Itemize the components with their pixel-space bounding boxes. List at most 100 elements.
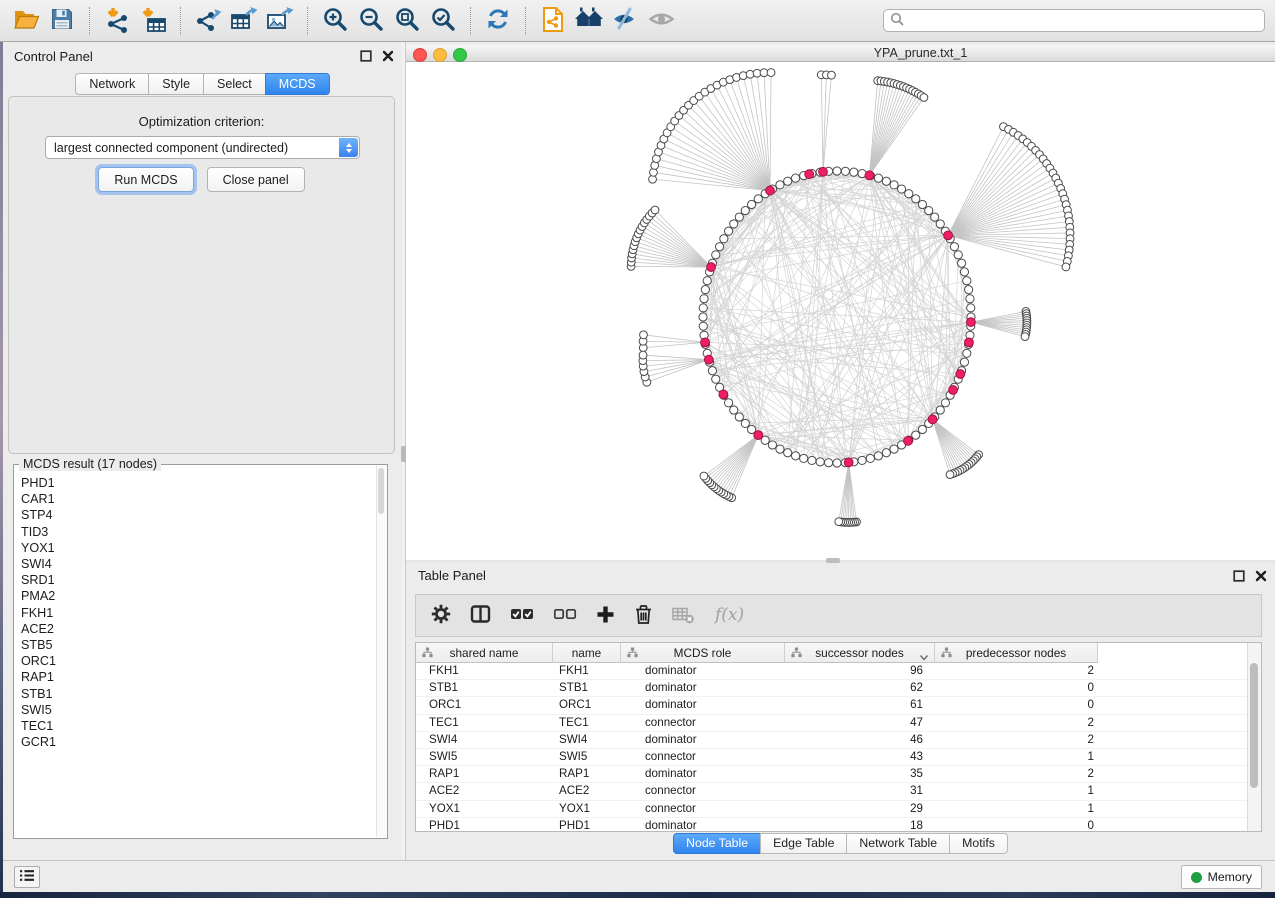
network-leaf-node[interactable] xyxy=(946,471,954,479)
network-node[interactable] xyxy=(715,243,723,251)
network-node[interactable] xyxy=(957,259,965,267)
mcds-hub-node[interactable] xyxy=(944,231,953,240)
network-node[interactable] xyxy=(712,251,720,259)
network-node[interactable] xyxy=(874,174,882,182)
mcds-result-item[interactable]: TID3 xyxy=(21,524,377,540)
network-leaf-node[interactable] xyxy=(1021,333,1029,341)
mcds-result-item[interactable]: SWI5 xyxy=(21,702,377,718)
network-node[interactable] xyxy=(699,304,707,312)
first-neighbors-button[interactable] xyxy=(571,4,607,38)
memory-button[interactable]: Memory xyxy=(1181,865,1262,889)
column-header-successor-nodes[interactable]: successor nodes xyxy=(785,643,935,663)
mcds-result-item[interactable]: TEC1 xyxy=(21,718,377,734)
table-row[interactable]: SWI5SWI5connector431 xyxy=(416,749,1248,766)
network-node[interactable] xyxy=(967,304,975,312)
network-node[interactable] xyxy=(950,243,958,251)
import-table-button[interactable] xyxy=(135,4,171,38)
mcds-result-item[interactable]: SWI4 xyxy=(21,556,377,572)
network-node[interactable] xyxy=(741,419,749,427)
mcds-hub-node[interactable] xyxy=(707,263,716,272)
table-row[interactable]: ACE2ACE2connector311 xyxy=(416,783,1248,800)
network-node[interactable] xyxy=(833,459,841,467)
network-node[interactable] xyxy=(897,185,905,193)
export-table-button[interactable] xyxy=(226,4,262,38)
network-node[interactable] xyxy=(963,277,971,285)
network-canvas[interactable] xyxy=(406,62,1275,560)
close-traffic-light-icon[interactable] xyxy=(413,48,427,62)
network-node[interactable] xyxy=(776,445,784,453)
network-node[interactable] xyxy=(699,313,707,321)
close-icon[interactable] xyxy=(1254,569,1267,582)
network-node[interactable] xyxy=(701,286,709,294)
network-node[interactable] xyxy=(784,449,792,457)
mcds-result-item[interactable]: STB1 xyxy=(21,686,377,702)
mcds-result-item[interactable]: STP4 xyxy=(21,507,377,523)
network-node[interactable] xyxy=(699,322,707,330)
tab-mcds[interactable]: MCDS xyxy=(265,73,330,95)
mcds-hub-node[interactable] xyxy=(965,338,974,347)
network-node[interactable] xyxy=(730,406,738,414)
network-node[interactable] xyxy=(941,399,949,407)
save-session-button[interactable] xyxy=(44,4,80,38)
column-header-name[interactable]: name xyxy=(553,643,621,663)
network-node[interactable] xyxy=(960,268,968,276)
mcds-result-item[interactable]: ORC1 xyxy=(21,653,377,669)
column-header-MCDS-role[interactable]: MCDS role xyxy=(621,643,785,663)
table-scrollbar[interactable] xyxy=(1247,643,1261,831)
mcds-result-item[interactable]: SRD1 xyxy=(21,572,377,588)
maximize-traffic-light-icon[interactable] xyxy=(453,48,467,62)
table-row[interactable]: SWI4SWI4dominator462 xyxy=(416,732,1248,749)
network-node[interactable] xyxy=(850,168,858,176)
zoom-in-button[interactable] xyxy=(317,4,353,38)
network-leaf-node[interactable] xyxy=(828,71,836,79)
network-leaf-node[interactable] xyxy=(767,69,775,77)
mcds-hub-node[interactable] xyxy=(928,415,937,424)
network-node[interactable] xyxy=(966,295,974,303)
network-node[interactable] xyxy=(776,181,784,189)
column-visibility-button[interactable] xyxy=(470,604,491,627)
close-panel-button[interactable]: Close panel xyxy=(207,167,305,192)
table-row[interactable]: FKH1FKH1dominator962 xyxy=(416,663,1248,680)
network-node[interactable] xyxy=(912,195,920,203)
network-node[interactable] xyxy=(963,349,971,357)
network-node[interactable] xyxy=(841,167,849,175)
network-node[interactable] xyxy=(720,235,728,243)
network-node[interactable] xyxy=(808,456,816,464)
mcds-hub-node[interactable] xyxy=(701,338,710,347)
mcds-hub-node[interactable] xyxy=(956,370,965,379)
table-settings-button[interactable] xyxy=(431,604,451,627)
network-window-titlebar[interactable]: YPA_prune.txt_1 xyxy=(406,45,1275,62)
network-node[interactable] xyxy=(936,406,944,414)
mcds-hub-node[interactable] xyxy=(754,431,763,440)
mcds-hub-node[interactable] xyxy=(704,355,713,364)
network-node[interactable] xyxy=(918,425,926,433)
network-node[interactable] xyxy=(918,200,926,208)
table-row[interactable]: ORC1ORC1dominator610 xyxy=(416,697,1248,714)
search-box[interactable] xyxy=(883,9,1265,32)
table-row[interactable]: RAP1RAP1dominator352 xyxy=(416,766,1248,783)
network-node[interactable] xyxy=(700,295,708,303)
import-network-button[interactable] xyxy=(99,4,135,38)
mcds-hub-node[interactable] xyxy=(967,318,976,327)
network-node[interactable] xyxy=(791,452,799,460)
network-leaf-node[interactable] xyxy=(651,206,659,214)
delete-column-button[interactable] xyxy=(634,604,653,628)
export-network-button[interactable] xyxy=(190,4,226,38)
tab-node-table[interactable]: Node Table xyxy=(673,833,761,854)
network-node[interactable] xyxy=(800,454,808,462)
close-icon[interactable] xyxy=(381,49,394,62)
network-node[interactable] xyxy=(890,181,898,189)
mcds-hub-node[interactable] xyxy=(805,170,814,179)
network-node[interactable] xyxy=(754,195,762,203)
network-node[interactable] xyxy=(824,459,832,467)
chevron-down-icon[interactable] xyxy=(919,650,929,664)
tab-network-table[interactable]: Network Table xyxy=(846,833,950,854)
network-node[interactable] xyxy=(936,220,944,228)
mcds-hub-node[interactable] xyxy=(904,436,913,445)
zoom-fit-button[interactable] xyxy=(389,4,425,38)
tab-network[interactable]: Network xyxy=(75,73,149,95)
tab-select[interactable]: Select xyxy=(203,73,266,95)
select-all-button[interactable] xyxy=(510,604,534,627)
zoom-out-button[interactable] xyxy=(353,4,389,38)
network-node[interactable] xyxy=(791,174,799,182)
